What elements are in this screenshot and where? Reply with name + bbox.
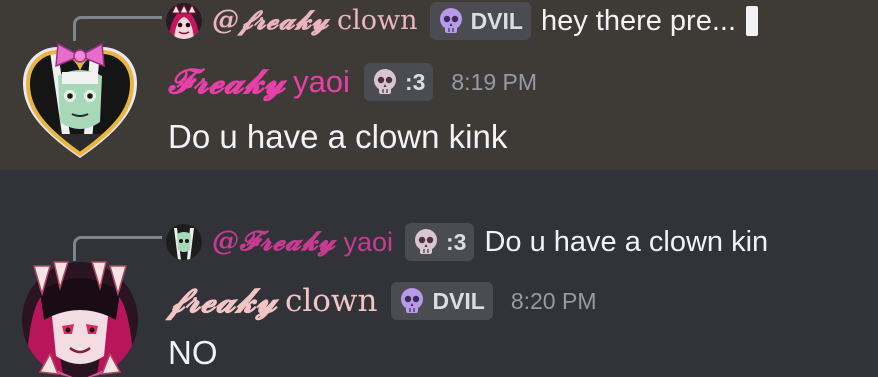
reply-spine [73,16,162,41]
reply-author-name[interactable]: @𝓕𝓻𝓮𝓪𝓴𝔂 [212,225,335,259]
role-tag[interactable]: :3 [363,63,434,101]
reply-preview[interactable]: @𝓯𝓻𝓮𝓪𝓴𝔂 clown DVIL hey there pre... [166,2,759,40]
reply-text[interactable]: Do u have a clown kin [484,225,768,259]
skull-icon [439,8,462,33]
reply-text[interactable]: hey there pre... [541,4,736,38]
message-timestamp[interactable]: 8:20 PM [511,288,597,315]
reply-author-suffix[interactable]: clown [337,4,418,38]
reply-spine [73,236,162,261]
author-avatar[interactable] [20,260,140,377]
author-suffix[interactable]: clown [285,283,377,319]
skull-icon [415,229,437,254]
skull-icon [401,288,424,313]
reply-author-name[interactable]: @𝓯𝓻𝓮𝓪𝓴𝔂 [212,4,329,38]
message-header: 𝓕𝓻𝓮𝓪𝓴𝔂 yaoi :3 8:19 PM [168,62,537,102]
message-item[interactable]: @𝓯𝓻𝓮𝓪𝓴𝔂 clown DVIL hey there pre... 𝓕𝓻𝓮𝓪… [0,0,878,170]
reply-preview[interactable]: @𝓕𝓻𝓮𝓪𝓴𝔂 yaoi :3 Do u have a clown kin [166,223,768,261]
message-timestamp[interactable]: 8:19 PM [451,69,537,96]
reply-overflow-marker [746,6,759,36]
author-avatar[interactable] [20,42,140,162]
message-content: Do u have a clown kink [168,118,508,155]
reply-role-tag-label: DVIL [470,8,523,34]
role-tag-label: DVIL [432,287,485,314]
author-name[interactable]: 𝓯𝓻𝓮𝓪𝓴𝔂 [168,281,277,321]
reply-avatar[interactable] [166,3,202,39]
author-suffix[interactable]: yaoi [293,64,350,100]
role-tag-label: :3 [404,68,426,95]
role-tag[interactable]: DVIL [391,282,493,320]
reply-role-tag[interactable]: DVIL [429,2,531,40]
reply-role-tag[interactable]: :3 [405,223,475,261]
reply-author-suffix[interactable]: yaoi [343,225,393,259]
skull-icon [373,69,396,94]
reply-role-tag-label: :3 [446,229,467,255]
chat-log: @𝓯𝓻𝓮𝓪𝓴𝔂 clown DVIL hey there pre... 𝓕𝓻𝓮𝓪… [0,0,878,377]
author-name[interactable]: 𝓕𝓻𝓮𝓪𝓴𝔂 [168,62,285,102]
message-content: NO [168,334,218,371]
reply-avatar[interactable] [166,224,202,260]
message-item[interactable]: @𝓕𝓻𝓮𝓪𝓴𝔂 yaoi :3 Do u have a clown kin 𝓯𝓻… [0,170,878,377]
message-header: 𝓯𝓻𝓮𝓪𝓴𝔂 clown DVIL 8:20 PM [168,281,596,321]
